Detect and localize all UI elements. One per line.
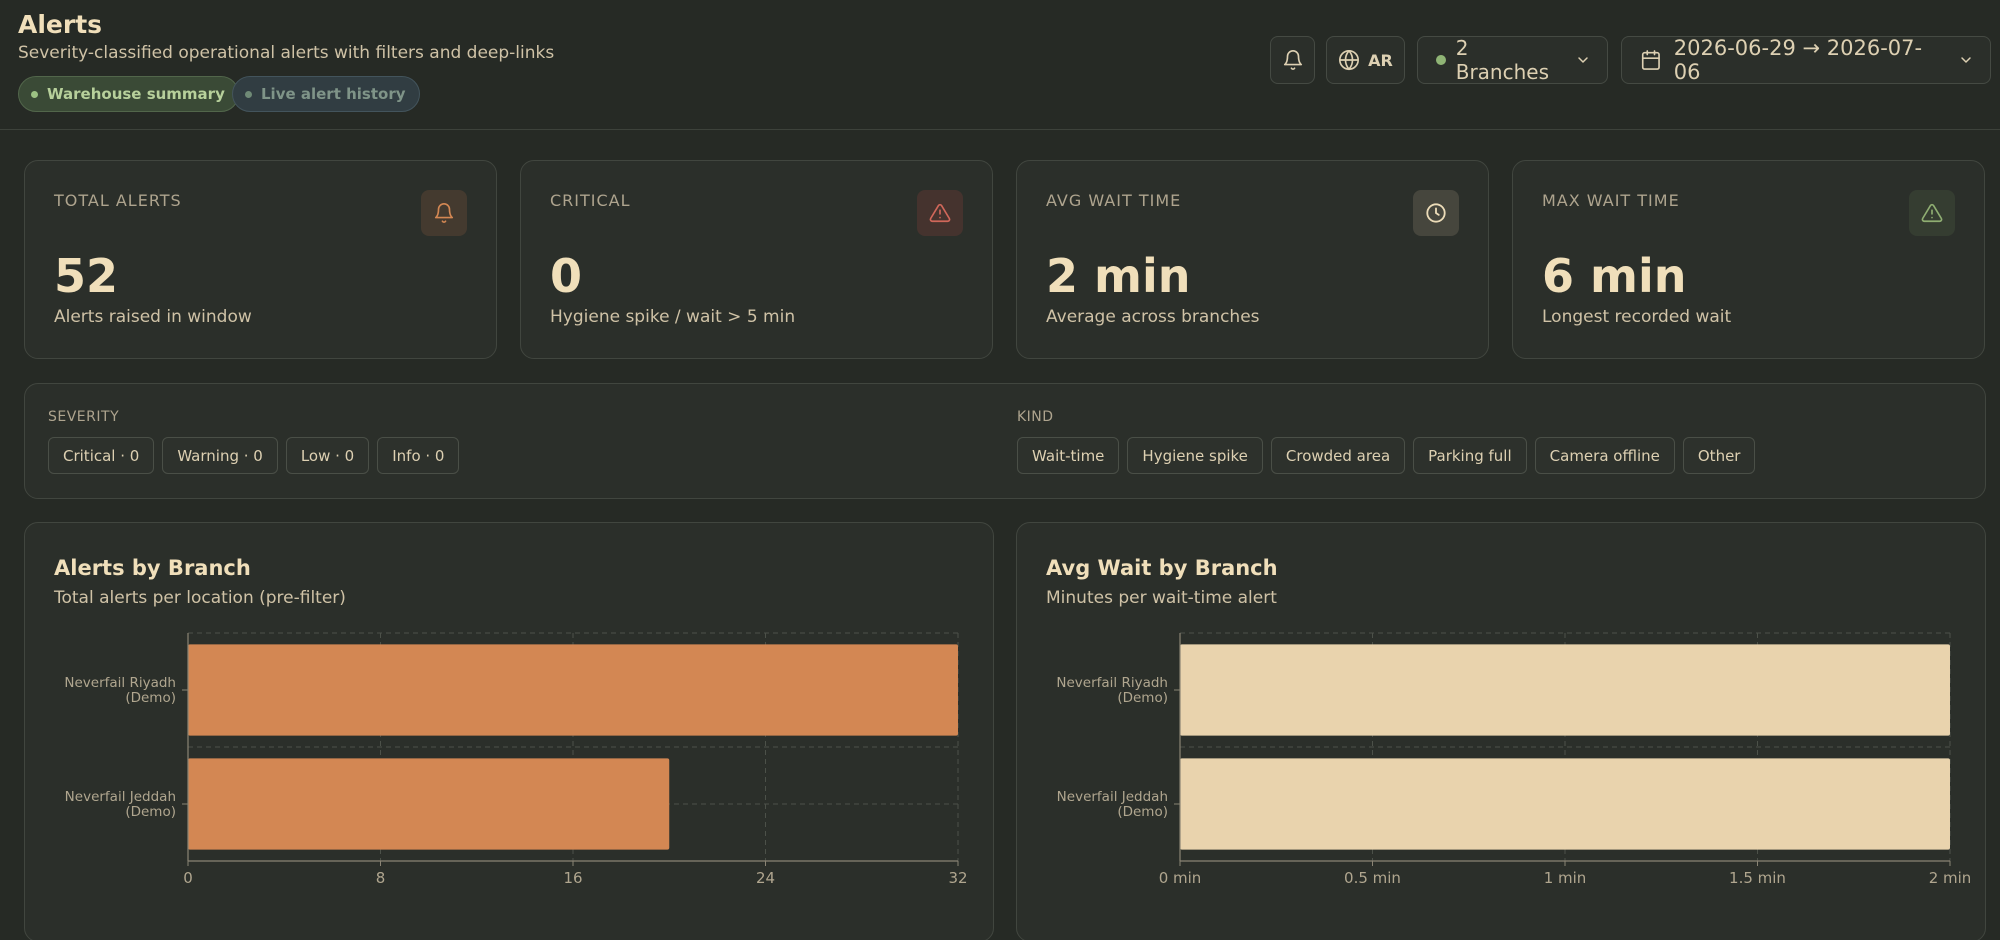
page-subtitle: Severity-classified operational alerts w… — [18, 43, 555, 63]
severity-filter-group: SEVERITY Critical · 0 Warning · 0 Low · … — [48, 409, 460, 474]
severity-chip-info[interactable]: Info · 0 — [377, 437, 460, 474]
globe-icon — [1339, 50, 1360, 71]
y-tick-label: Neverfail Riyadh (Demo) — [1056, 675, 1168, 706]
x-tick-label: 24 — [756, 869, 775, 887]
kpi-label: MAX WAIT TIME — [1542, 191, 1680, 210]
warehouse-summary-tab[interactable]: Warehouse summary — [18, 76, 239, 112]
kpi-subtext: Average across branches — [1046, 307, 1260, 327]
kpi-card-avg-wait: AVG WAIT TIME 2 min Average across branc… — [1016, 160, 1489, 359]
kpi-card-critical: CRITICAL 0 Hygiene spike / wait > 5 min — [520, 160, 993, 359]
kind-chip-camera-offline[interactable]: Camera offline — [1534, 437, 1675, 474]
x-tick-label: 0 min — [1159, 869, 1202, 887]
x-tick-label: 0 — [183, 869, 193, 887]
notifications-button[interactable] — [1270, 36, 1315, 84]
x-tick-label: 1 min — [1544, 869, 1587, 887]
y-tick-label: Neverfail Jeddah (Demo) — [65, 789, 176, 820]
date-range-picker[interactable]: 2026-06-29 → 2026-07-06 — [1621, 36, 1991, 84]
status-dot — [31, 90, 38, 98]
severity-chip-critical[interactable]: Critical · 0 — [48, 437, 155, 474]
kpi-subtext: Alerts raised in window — [54, 307, 252, 327]
kpi-card-total-alerts: TOTAL ALERTS 52 Alerts raised in window — [24, 160, 497, 359]
y-tick-label: Neverfail Jeddah (Demo) — [1057, 789, 1168, 820]
kpi-card-max-wait: MAX WAIT TIME 6 min Longest recorded wai… — [1512, 160, 1985, 359]
alerts-by-branch-chart: 0 8 16 24 32 Neverfail Riyadh (Demo) Neverfail … — [64, 632, 968, 887]
warning-icon — [1909, 190, 1955, 236]
x-tick-label: 2 min — [1929, 869, 1972, 887]
avg-wait-by-branch-chart: 0 min 0.5 min 1 min 1.5 min 2 min Neverfail R… — [1056, 632, 1972, 887]
date-range-label: 2026-06-29 → 2026-07-06 — [1673, 36, 1923, 84]
x-tick-label: 8 — [376, 869, 386, 887]
severity-filter-title: SEVERITY — [48, 409, 120, 425]
bell-icon — [1283, 50, 1302, 70]
kpi-subtext: Longest recorded wait — [1542, 307, 1732, 327]
x-tick-label: 1.5 min — [1729, 869, 1786, 887]
bell-icon — [421, 190, 467, 236]
chevron-down-icon — [1575, 52, 1591, 68]
severity-chip-warning[interactable]: Warning · 0 — [162, 437, 278, 474]
branch-status-dot — [1436, 55, 1446, 65]
kpi-label: AVG WAIT TIME — [1046, 191, 1182, 210]
kpi-value: 0 — [550, 249, 583, 303]
bar — [1180, 758, 1950, 850]
x-tick-label: 16 — [563, 869, 582, 887]
kpi-value: 52 — [54, 249, 119, 303]
branch-selector-label: 2 Branches — [1455, 36, 1549, 84]
kind-chip-wait-time[interactable]: Wait-time — [1017, 437, 1120, 474]
bar — [188, 758, 670, 850]
kind-filter-title: KIND — [1017, 409, 1054, 425]
severity-chip-low[interactable]: Low · 0 — [285, 437, 370, 474]
kind-chip-other[interactable]: Other — [1682, 437, 1756, 474]
kpi-label: TOTAL ALERTS — [54, 191, 182, 210]
status-dot — [245, 90, 252, 98]
kind-chip-parking-full[interactable]: Parking full — [1413, 437, 1527, 474]
live-alert-history-tab[interactable]: Live alert history — [232, 76, 420, 112]
bar — [188, 644, 958, 736]
language-label: AR — [1368, 50, 1393, 70]
y-tick-label: Neverfail Riyadh (Demo) — [64, 675, 176, 706]
kpi-label: CRITICAL — [550, 191, 631, 210]
clock-icon — [1413, 190, 1459, 236]
branch-selector[interactable]: 2 Branches — [1417, 36, 1608, 84]
kind-chip-crowded-area[interactable]: Crowded area — [1270, 437, 1406, 474]
kind-chip-hygiene-spike[interactable]: Hygiene spike — [1127, 437, 1263, 474]
calendar-icon — [1641, 50, 1660, 70]
language-button[interactable]: AR — [1326, 36, 1405, 84]
warehouse-summary-label: Warehouse summary — [47, 85, 225, 103]
live-alert-history-label: Live alert history — [261, 85, 406, 103]
page-header: Alerts Severity-classified operational a… — [0, 0, 2000, 130]
bar — [1180, 644, 1950, 736]
x-tick-label: 0.5 min — [1344, 869, 1401, 887]
filter-panel: SEVERITY Critical · 0 Warning · 0 Low · … — [24, 383, 1986, 499]
kind-filter-group: KIND Wait-time Hygiene spike Crowded are… — [1017, 409, 1756, 474]
kpi-value: 2 min — [1046, 249, 1191, 303]
chevron-down-icon — [1958, 52, 1974, 68]
kpi-value: 6 min — [1542, 249, 1687, 303]
page-title: Alerts — [18, 10, 103, 39]
kpi-subtext: Hygiene spike / wait > 5 min — [550, 307, 796, 327]
warning-icon — [917, 190, 963, 236]
avg-wait-by-branch-panel: Avg Wait by Branch Minutes per wait-time… — [1016, 522, 1986, 940]
x-tick-label: 32 — [948, 869, 967, 887]
alerts-by-branch-panel: Alerts by Branch Total alerts per locati… — [24, 522, 994, 940]
